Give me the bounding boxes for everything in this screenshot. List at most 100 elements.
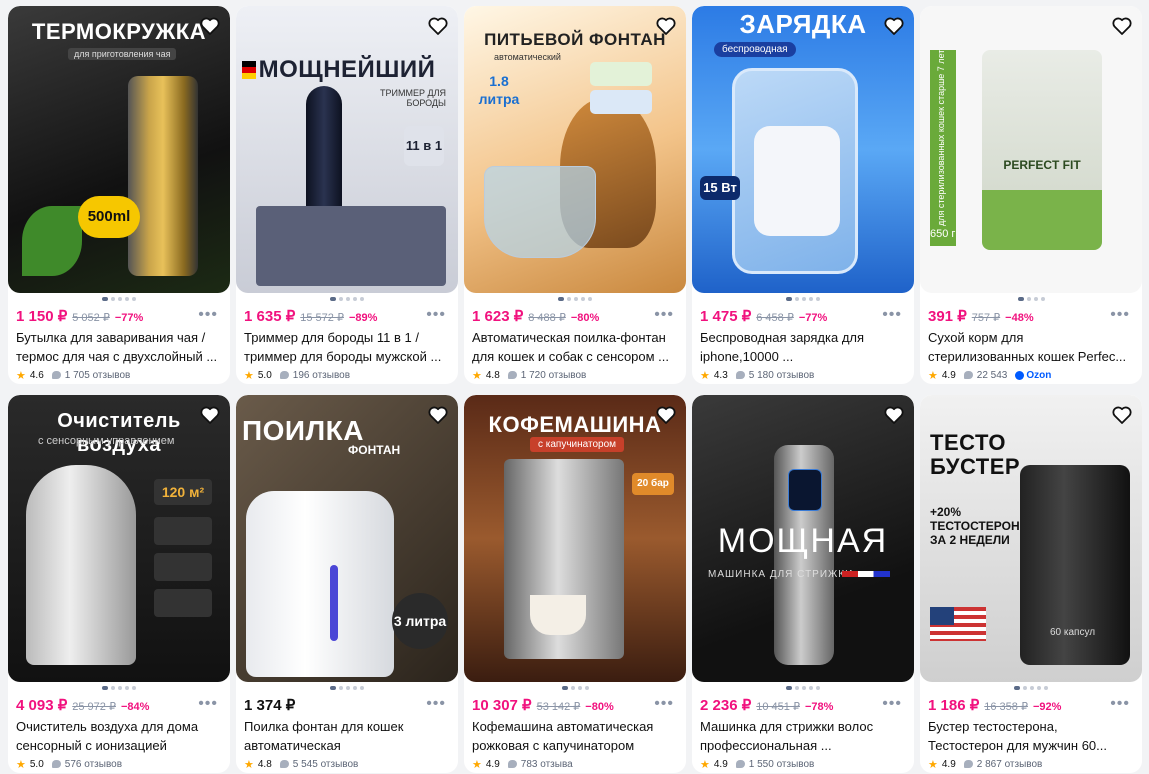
old-price: 6 458 ₽ <box>756 312 794 324</box>
price: 1 623 ₽ <box>472 308 524 325</box>
image-pagination-dots <box>692 686 914 692</box>
image-title: ПОИЛКА <box>242 415 364 446</box>
product-image[interactable]: ПОИЛКА ФОНТАН 3 литра <box>236 395 458 682</box>
image-title: МОЩНАЯ <box>717 522 889 560</box>
rating-value: 4.6 <box>29 369 44 381</box>
price: 2 236 ₽ <box>700 697 752 714</box>
image-subtitle: МАШИНКА ДЛЯ СТРИЖКИ <box>708 569 854 580</box>
more-options-icon[interactable]: ••• <box>882 695 902 713</box>
product-name[interactable]: Триммер для бороды 11 в 1 / триммер для … <box>244 328 448 366</box>
discount: −78% <box>804 701 834 713</box>
product-image[interactable]: ТЕСТО БУСТЕР +20% ТЕСТОСТЕРОНА ЗА 2 НЕДЕ… <box>920 395 1142 682</box>
rating-row: ★ 4.6 1 705 отзывов <box>16 368 222 382</box>
usa-flag-canton <box>930 607 954 625</box>
favorite-heart-icon[interactable] <box>1110 403 1134 427</box>
favorite-heart-icon[interactable] <box>1110 14 1134 38</box>
product-name[interactable]: Бутылка для заваривания чая / термос для… <box>16 328 220 366</box>
product-image[interactable]: ТЕРМОКРУЖКА для приготовления чая 500ml <box>8 6 230 293</box>
image-title: МОЩНЕЙШИЙ <box>258 56 436 83</box>
price-row: 1 186 ₽ 16 358 ₽ −92% <box>928 696 1134 716</box>
more-options-icon[interactable]: ••• <box>654 306 674 324</box>
seller-badge[interactable]: Ozon <box>1015 370 1051 381</box>
reviews-count: 1 720 отзывов <box>520 369 587 381</box>
product-name[interactable]: Кофемашина автоматическая рожковая с кап… <box>472 717 676 755</box>
image-title: ТЕСТО БУСТЕР <box>930 430 1021 479</box>
more-options-icon[interactable]: ••• <box>1110 695 1130 713</box>
image-subtitle: с сенсорным управлением <box>38 435 175 447</box>
brand-label: PERFECT FIT <box>1003 158 1081 172</box>
price: 391 ₽ <box>928 308 967 325</box>
product-image[interactable]: МОЩНЕЙШИЙ ТРИММЕР ДЛЯ БОРОДЫ 11 в 1 <box>236 6 458 293</box>
product-image[interactable]: ЗАРЯДКА беспроводная 15 Вт <box>692 6 914 293</box>
reviews-bubble-icon <box>735 760 745 768</box>
product-name[interactable]: Сухой корм для стерилизованных кошек Per… <box>928 328 1132 366</box>
image-pagination-dots <box>8 686 230 692</box>
price-row: 2 236 ₽ 10 451 ₽ −78% <box>700 696 906 716</box>
product-name[interactable]: Машинка для стрижки волос профессиональн… <box>700 717 904 755</box>
rating-value: 4.9 <box>485 758 500 770</box>
price-row: 1 635 ₽ 15 572 ₽ −89% <box>244 307 450 327</box>
image-pagination-dots <box>920 297 1142 303</box>
more-options-icon[interactable]: ••• <box>198 695 218 713</box>
product-card[interactable]: МОЩНАЯ МАШИНКА ДЛЯ СТРИЖКИ 2 236 ₽ 10 45… <box>692 395 914 773</box>
product-image[interactable]: ПИТЬЕВОЙ ФОНТАН автоматический 1.8 литра <box>464 6 686 293</box>
more-options-icon[interactable]: ••• <box>198 306 218 324</box>
reviews-bubble-icon <box>735 371 745 379</box>
product-card[interactable]: КОФЕМАШИНА с капучинатором 20 бар 10 307… <box>464 395 686 773</box>
product-card[interactable]: ТЕРМОКРУЖКА для приготовления чая 500ml … <box>8 6 230 384</box>
product-card[interactable]: ТЕСТО БУСТЕР +20% ТЕСТОСТЕРОНА ЗА 2 НЕДЕ… <box>920 395 1142 773</box>
discount: −80% <box>585 701 614 713</box>
favorite-heart-icon[interactable] <box>882 14 906 38</box>
product-image[interactable]: МОЩНАЯ МАШИНКА ДЛЯ СТРИЖКИ <box>692 395 914 682</box>
star-icon: ★ <box>472 758 482 771</box>
favorite-heart-icon[interactable] <box>882 403 906 427</box>
reviews-count: 1 705 отзывов <box>64 369 131 381</box>
more-options-icon[interactable]: ••• <box>1110 306 1130 324</box>
image-pagination-dots <box>920 686 1142 692</box>
old-price: 10 451 ₽ <box>756 701 800 713</box>
food-bag-shape <box>982 50 1102 250</box>
more-options-icon[interactable]: ••• <box>426 695 446 713</box>
rating-value: 4.9 <box>941 758 956 770</box>
more-options-icon[interactable]: ••• <box>882 306 902 324</box>
rating-row: ★ 4.8 1 720 отзывов <box>472 368 678 382</box>
reviews-count: 22 543 <box>976 369 1008 381</box>
product-card[interactable]: Очиститель воздуха с сенсорным управлени… <box>8 395 230 773</box>
fountain-shape <box>484 166 596 258</box>
set-badge: 11 в 1 <box>404 126 444 166</box>
image-subtitle: с капучинатором <box>530 437 625 452</box>
old-price: 16 358 ₽ <box>984 701 1028 713</box>
bottle-shape <box>128 76 198 276</box>
product-image[interactable]: Очиститель воздуха с сенсорным управлени… <box>8 395 230 682</box>
product-card[interactable]: ЗАРЯДКА беспроводная 15 Вт 1 475 ₽ 6 458… <box>692 6 914 384</box>
product-name[interactable]: Беспроводная зарядка для iphone,10000 ..… <box>700 328 904 366</box>
product-image[interactable]: для стерилизованных кошек старше 7 лет P… <box>920 6 1142 293</box>
product-card[interactable]: ПОИЛКА ФОНТАН 3 литра 1 374 ₽ ••• Поилка… <box>236 395 458 773</box>
rating-row: ★ 4.3 5 180 отзывов <box>700 368 906 382</box>
product-name[interactable]: Бустер тестостерона, Тестостерон для муж… <box>928 717 1132 755</box>
product-name[interactable]: Поилка фонтан для кошек автоматическая <box>244 717 448 755</box>
product-card[interactable]: для стерилизованных кошек старше 7 лет P… <box>920 6 1142 384</box>
product-card[interactable]: ПИТЬЕВОЙ ФОНТАН автоматический 1.8 литра… <box>464 6 686 384</box>
favorite-heart-icon[interactable] <box>198 14 222 38</box>
product-card[interactable]: МОЩНЕЙШИЙ ТРИММЕР ДЛЯ БОРОДЫ 11 в 1 1 63… <box>236 6 458 384</box>
seller-name: Ozon <box>1026 369 1052 381</box>
display-screen <box>788 469 822 511</box>
fountain-shape <box>246 491 394 677</box>
favorite-heart-icon[interactable] <box>426 403 450 427</box>
favorite-heart-icon[interactable] <box>654 403 678 427</box>
more-options-icon[interactable]: ••• <box>426 306 446 324</box>
more-options-icon[interactable]: ••• <box>654 695 674 713</box>
favorite-heart-icon[interactable] <box>198 403 222 427</box>
weight-badge: 650 г <box>930 228 956 240</box>
star-icon: ★ <box>928 758 938 771</box>
product-name[interactable]: Очиститель воздуха для дома сенсорный с … <box>16 717 220 755</box>
volume-badge: 500ml <box>78 196 140 238</box>
feature-box <box>154 553 212 581</box>
discount: −84% <box>120 701 150 713</box>
favorite-heart-icon[interactable] <box>426 14 450 38</box>
product-name[interactable]: Автоматическая поилка-фонтан для кошек и… <box>472 328 676 366</box>
product-image[interactable]: КОФЕМАШИНА с капучинатором 20 бар <box>464 395 686 682</box>
favorite-heart-icon[interactable] <box>654 14 678 38</box>
rating-value: 4.9 <box>713 758 728 770</box>
